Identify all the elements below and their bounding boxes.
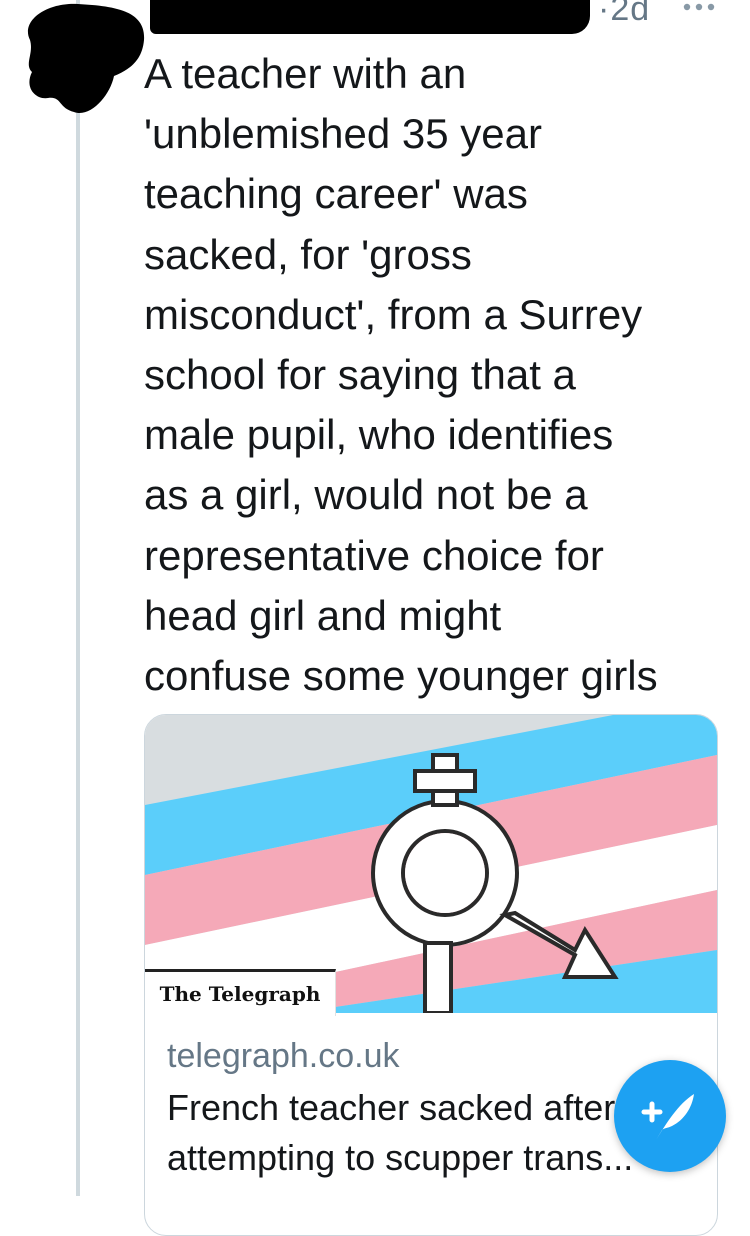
redacted-username [150,0,590,34]
more-horizontal-icon[interactable] [682,2,716,12]
thread-connector-line [76,0,80,1196]
card-domain: telegraph.co.uk [167,1037,400,1075]
compose-tweet-icon [641,1094,694,1140]
tweet-timestamp[interactable]: ·2d [598,0,650,29]
redacted-avatar [27,3,145,114]
tweet-text: A teacher with an 'unblemished 35 year t… [144,50,658,700]
source-badge: The Telegraph [145,969,336,1016]
compose-tweet-button[interactable] [614,1060,726,1172]
